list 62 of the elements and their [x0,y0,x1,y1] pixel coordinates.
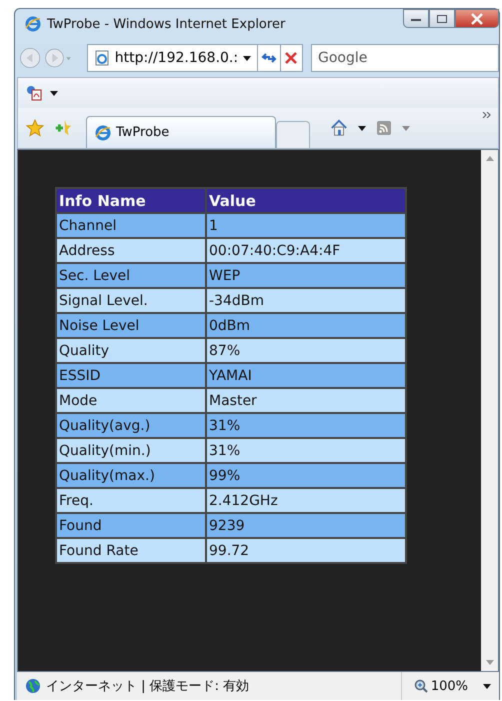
browser-logo-icon [95,124,111,140]
chevron-icon[interactable] [482,112,492,118]
add-favorite-icon[interactable] [54,119,72,137]
table-cell: 87% [207,339,405,362]
maximize-icon [436,14,448,24]
stop-button[interactable] [280,44,303,72]
table-cell: Mode [57,389,205,412]
table-cell: Master [207,389,405,412]
table-cell: Quality(max.) [57,464,205,487]
table-cell: Quality [57,339,205,362]
window-title: TwProbe - Windows Internet Explorer [47,16,286,32]
feed-icon[interactable] [376,120,392,136]
table-cell: 00:07:40:C9:A4:4F [207,239,405,262]
search-field[interactable]: Google [311,44,499,72]
column-header: Value [207,189,405,212]
table-cell: Found [57,514,205,537]
refresh-button[interactable] [258,44,281,72]
refresh-icon [260,51,277,65]
close-button[interactable] [455,9,499,28]
magnifier-icon [414,679,428,693]
table-cell: Signal Level. [57,289,205,312]
table-cell: Quality(min.) [57,439,205,462]
table-cell: WEP [207,264,405,287]
table-cell: Quality(avg.) [57,414,205,437]
globe-icon [25,678,41,694]
browser-tab[interactable]: TwProbe [86,116,276,148]
stop-icon [284,51,298,65]
minimize-button[interactable] [403,9,429,28]
scroll-up-icon[interactable] [486,156,494,161]
table-cell: Noise Level [57,314,205,337]
table-cell: 31% [207,414,405,437]
table-cell: Channel [57,214,205,237]
scroll-down-icon[interactable] [486,660,494,665]
star-icon[interactable] [26,119,44,137]
caret-icon[interactable] [483,684,491,688]
maximize-button[interactable] [429,9,455,28]
table-cell: YAMAI [207,364,405,387]
security-zone-text: インターネット | 保護モード: 有効 [46,678,250,695]
table-cell: Sec. Level [57,264,205,287]
table-cell: ESSID [57,364,205,387]
address-field[interactable]: http://192.168.0.: [86,44,258,72]
table-cell: 31% [207,439,405,462]
table-cell: Address [57,239,205,262]
browser-logo-icon [25,16,41,32]
table-cell: 9239 [207,514,405,537]
table-cell: Found Rate [57,539,205,562]
table-cell: 99% [207,464,405,487]
home-icon[interactable] [330,119,348,137]
zoom-level-button[interactable]: 100% [430,678,468,694]
caret-icon[interactable] [243,56,252,60]
table-cell: 2.412GHz [207,489,405,512]
page-icon [94,50,110,66]
scrollbar[interactable] [481,150,498,671]
table-cell: 99.72 [207,539,405,562]
table-cell: 0dBm [207,314,405,337]
table-cell: -34dBm [207,289,405,312]
caret-icon[interactable] [358,126,366,130]
column-header: Info Name [57,189,205,212]
table-cell: 1 [207,214,405,237]
close-icon [470,12,484,24]
caret-icon[interactable] [50,90,58,96]
table-cell: Freq. [57,489,205,512]
